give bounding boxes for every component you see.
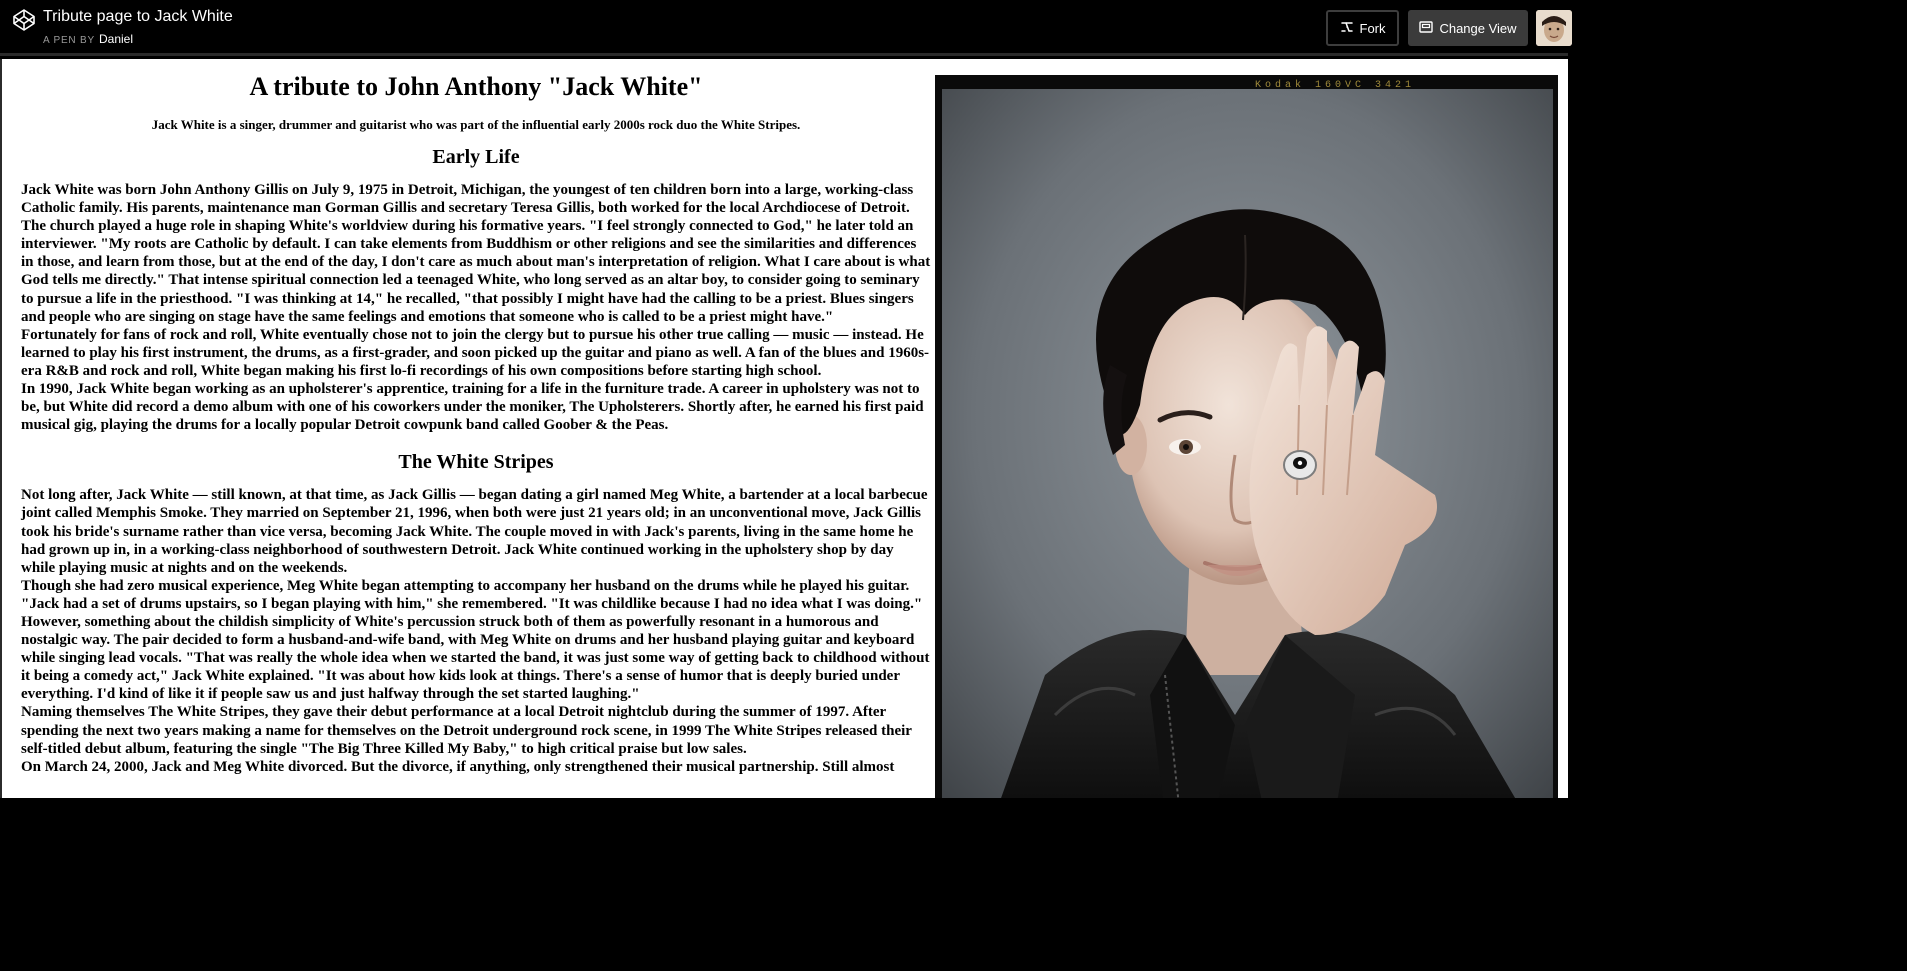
portrait-photo: Kodak 160VC 3421: [935, 75, 1558, 798]
early-life-paragraph: Fortunately for fans of rock and roll, W…: [21, 326, 930, 379]
fork-label: Fork: [1359, 20, 1386, 36]
early-life-heading: Early Life: [432, 146, 520, 168]
fork-button[interactable]: Fork: [1326, 10, 1399, 46]
author-link[interactable]: Daniel: [99, 32, 133, 46]
white-stripes-paragraph: Not long after, Jack White — still known…: [21, 487, 928, 576]
pen-by-label: A PEN BY: [43, 35, 95, 46]
film-edge-text: Kodak 160VC 3421: [1255, 79, 1415, 91]
preview-pane: A tribute to John Anthony "Jack White" J…: [0, 59, 1568, 798]
fork-icon: [1340, 20, 1354, 37]
early-life-paragraph: In 1990, Jack White began working as an …: [21, 381, 924, 434]
white-stripes-heading: The White Stripes: [398, 451, 554, 474]
user-avatar[interactable]: [1536, 10, 1572, 46]
pen-byline: A PEN BY Daniel: [43, 32, 133, 46]
white-stripes-paragraph: On March 24, 2000, Jack and Meg White di…: [21, 758, 895, 775]
page-title: A tribute to John Anthony "Jack White": [249, 72, 703, 101]
tribute-subtitle: Jack White is a singer, drummer and guit…: [151, 117, 801, 132]
change-view-label: Change View: [1439, 20, 1517, 36]
pen-title[interactable]: Tribute page to Jack White: [43, 8, 233, 26]
early-life-paragraph: Jack White was born John Anthony Gillis …: [21, 182, 931, 325]
change-view-button[interactable]: Change View: [1408, 10, 1528, 46]
codepen-logo-icon[interactable]: [12, 8, 36, 32]
white-stripes-paragraph: Though she had zero musical experience, …: [21, 577, 930, 703]
tribute-text: A tribute to John Anthony "Jack White" J…: [21, 59, 931, 776]
layout-icon: [1419, 20, 1434, 36]
codepen-header: Tribute page to Jack White A PEN BY Danie…: [0, 0, 1572, 56]
white-stripes-paragraph: Naming themselves The White Stripes, the…: [21, 704, 912, 757]
